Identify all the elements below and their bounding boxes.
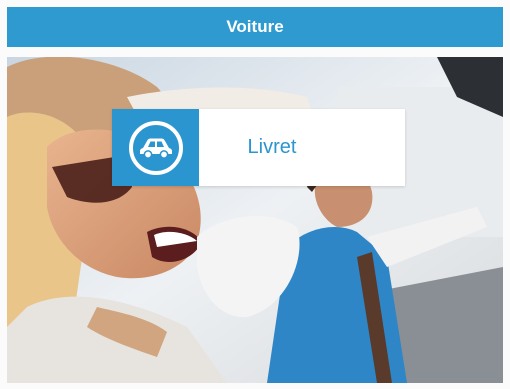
card-label: Livret — [247, 136, 297, 158]
livret-card[interactable]: Livret — [112, 109, 405, 186]
header-bar: Voiture — [7, 7, 503, 47]
header-title: Voiture — [226, 17, 284, 36]
car-icon-circle — [128, 120, 183, 175]
hero-photo-illustration — [7, 57, 503, 383]
card-label-box: Livret — [199, 109, 405, 186]
hero-photo — [7, 57, 503, 383]
card-icon-box — [112, 109, 199, 186]
car-icon — [139, 138, 172, 159]
